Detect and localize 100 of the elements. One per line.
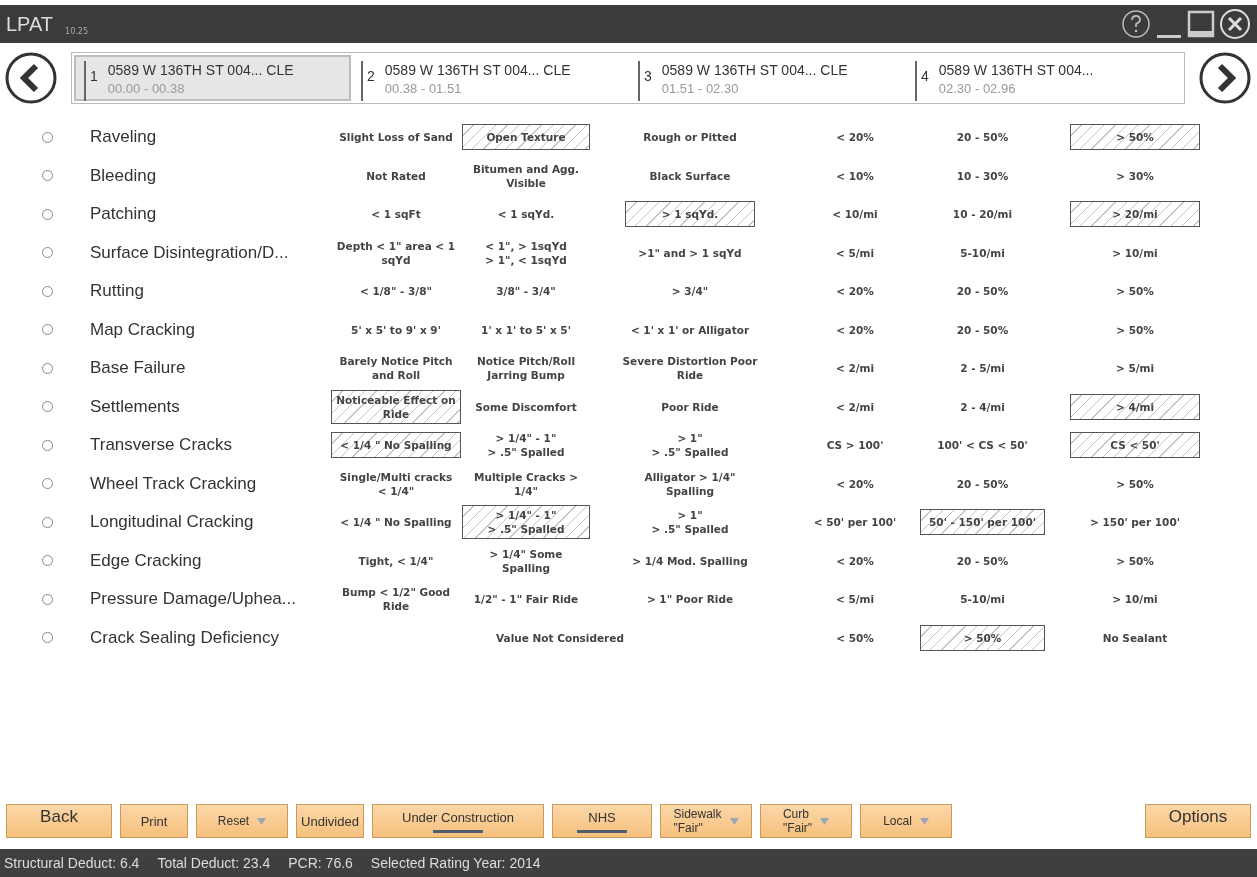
- rating-option[interactable]: Multiple Cracks > 1/4": [462, 467, 590, 500]
- rating-option[interactable]: Tight, < 1/4": [354, 551, 438, 570]
- rating-option[interactable]: 100' < CS < 50': [933, 436, 1032, 455]
- rating-option[interactable]: Severe Distortion Poor Ride: [616, 352, 764, 385]
- rating-option[interactable]: 2 - 4/mi: [956, 397, 1009, 416]
- radio-button[interactable]: [41, 401, 53, 413]
- rating-option[interactable]: > 1/4" - 1" > .5" Spalled: [483, 429, 569, 462]
- rating-option[interactable]: Black Surface: [645, 166, 735, 185]
- radio-button[interactable]: [41, 516, 53, 528]
- rating-option[interactable]: Value Not Considered: [492, 628, 628, 647]
- rating-option[interactable]: CS > 100': [822, 436, 888, 455]
- rating-option[interactable]: 1/2" - 1" Fair Ride: [469, 590, 583, 609]
- rating-option[interactable]: > 50%: [1070, 124, 1200, 151]
- rating-option[interactable]: 50' - 150' per 100': [920, 509, 1045, 536]
- radio-button[interactable]: [41, 593, 53, 605]
- radio-button[interactable]: [41, 131, 53, 143]
- rating-option[interactable]: > 50%: [1112, 320, 1158, 339]
- rating-option[interactable]: Rough or Pitted: [639, 128, 741, 147]
- rating-option[interactable]: 20 - 50%: [952, 551, 1013, 570]
- rating-option[interactable]: Bitumen and Agg. Visible: [462, 159, 590, 192]
- toolbar-button[interactable]: Sidewalk "Fair": [660, 804, 752, 838]
- maximize-icon[interactable]: [1187, 9, 1215, 39]
- rating-option[interactable]: 20 - 50%: [952, 474, 1013, 493]
- rating-option[interactable]: > 30%: [1112, 166, 1158, 185]
- radio-button[interactable]: [41, 478, 53, 490]
- rating-option[interactable]: > 1" Poor Ride: [642, 590, 738, 609]
- rating-option[interactable]: < 5/mi: [831, 590, 879, 609]
- rating-option[interactable]: Some Discomfort: [471, 397, 581, 416]
- radio-button[interactable]: [41, 362, 53, 374]
- rating-option[interactable]: < 1/4 " No Spalling: [331, 432, 461, 459]
- rating-option[interactable]: Single/Multi cracks < 1/4": [330, 467, 462, 500]
- rating-option[interactable]: > 10/mi: [1108, 243, 1162, 262]
- rating-option[interactable]: < 20%: [832, 320, 878, 339]
- segment-tab[interactable]: 2 0589 W 136TH ST 004... CLE 00.38 - 01.51: [351, 55, 628, 101]
- help-icon[interactable]: [1121, 9, 1151, 39]
- rating-option[interactable]: < 1' x 1' or Alligator: [626, 320, 754, 339]
- rating-option[interactable]: 10 - 30%: [952, 166, 1013, 185]
- rating-option[interactable]: CS < 50': [1070, 432, 1200, 459]
- rating-option[interactable]: 5-10/mi: [956, 590, 1009, 609]
- rating-option[interactable]: < 20%: [832, 282, 878, 301]
- rating-option[interactable]: >1" and > 1 sqYd: [634, 243, 746, 262]
- rating-option[interactable]: 20 - 50%: [952, 128, 1013, 147]
- rating-option[interactable]: Depth < 1" area < 1 sqYd: [330, 236, 462, 269]
- rating-option[interactable]: < 10%: [832, 166, 878, 185]
- rating-option[interactable]: Alligator > 1/4" Spalling: [616, 467, 764, 500]
- rating-option[interactable]: < 1/4 " No Spalling: [336, 513, 456, 532]
- rating-option[interactable]: < 2/mi: [831, 359, 879, 378]
- rating-option[interactable]: > 20/mi: [1070, 201, 1200, 228]
- rating-option[interactable]: > 4/mi: [1070, 393, 1200, 420]
- rating-option[interactable]: Barely Notice Pitch and Roll: [330, 352, 462, 385]
- radio-button[interactable]: [41, 285, 53, 297]
- rating-option[interactable]: Not Rated: [362, 166, 430, 185]
- radio-button[interactable]: [41, 632, 53, 644]
- rating-option[interactable]: < 50%: [832, 628, 878, 647]
- segment-tab[interactable]: 3 0589 W 136TH ST 004... CLE 01.51 - 02.30: [628, 55, 905, 101]
- segment-tab[interactable]: 4 0589 W 136TH ST 004... 02.30 - 02.96: [905, 55, 1182, 101]
- segment-tab[interactable]: 1 0589 W 136TH ST 004... CLE 00.00 - 00.38: [74, 55, 351, 101]
- radio-button[interactable]: [41, 439, 53, 451]
- toolbar-button[interactable]: Back: [6, 804, 112, 838]
- rating-option[interactable]: > 1" > .5" Spalled: [647, 506, 733, 539]
- rating-option[interactable]: > 1/4" Some Spalling: [462, 544, 590, 577]
- rating-option[interactable]: < 10/mi: [828, 205, 882, 224]
- rating-option[interactable]: No Sealant: [1098, 628, 1172, 647]
- rating-option[interactable]: > 1 sqYd.: [625, 201, 755, 228]
- rating-option[interactable]: > 1/4" - 1" > .5" Spalled: [462, 505, 590, 540]
- rating-option[interactable]: 1' x 1' to 5' x 5': [477, 320, 575, 339]
- toolbar-button[interactable]: Curb "Fair": [760, 804, 852, 838]
- radio-button[interactable]: [41, 208, 53, 220]
- rating-option[interactable]: 20 - 50%: [952, 320, 1013, 339]
- radio-button[interactable]: [41, 555, 53, 567]
- rating-option[interactable]: 3/8" - 3/4": [492, 282, 560, 301]
- rating-option[interactable]: Slight Loss of Sand: [335, 128, 457, 147]
- rating-option[interactable]: > 50%: [920, 624, 1045, 651]
- radio-button[interactable]: [41, 247, 53, 259]
- toolbar-button[interactable]: Reset: [196, 804, 288, 838]
- rating-option[interactable]: > 1" > .5" Spalled: [647, 429, 733, 462]
- rating-option[interactable]: > 5/mi: [1111, 359, 1159, 378]
- rating-option[interactable]: > 1/4 Mod. Spalling: [628, 551, 752, 570]
- rating-option[interactable]: < 5/mi: [831, 243, 879, 262]
- rating-option[interactable]: < 1 sqFt: [367, 205, 425, 224]
- radio-button[interactable]: [41, 170, 53, 182]
- rating-option[interactable]: < 50' per 100': [809, 513, 901, 532]
- rating-option[interactable]: Noticeable Effect on Ride: [331, 389, 461, 424]
- rating-option[interactable]: > 50%: [1112, 474, 1158, 493]
- toolbar-button[interactable]: Local: [860, 804, 952, 838]
- toolbar-button[interactable]: Under Construction: [372, 804, 544, 838]
- rating-option[interactable]: > 50%: [1112, 282, 1158, 301]
- toolbar-button[interactable]: NHS: [552, 804, 652, 838]
- rating-option[interactable]: Poor Ride: [657, 397, 723, 416]
- rating-option[interactable]: < 1", > 1sqYd > 1", < 1sqYd: [481, 236, 571, 269]
- radio-button[interactable]: [41, 324, 53, 336]
- rating-option[interactable]: 2 - 5/mi: [956, 359, 1009, 378]
- rating-option[interactable]: > 150' per 100': [1086, 513, 1184, 532]
- rating-option[interactable]: < 20%: [832, 551, 878, 570]
- rating-option[interactable]: > 50%: [1112, 551, 1158, 570]
- toolbar-button[interactable]: Print: [120, 804, 188, 838]
- rating-option[interactable]: < 20%: [832, 128, 878, 147]
- rating-option[interactable]: Open Texture: [462, 124, 590, 151]
- rating-option[interactable]: 10 - 20/mi: [948, 205, 1017, 224]
- close-icon[interactable]: [1219, 8, 1251, 40]
